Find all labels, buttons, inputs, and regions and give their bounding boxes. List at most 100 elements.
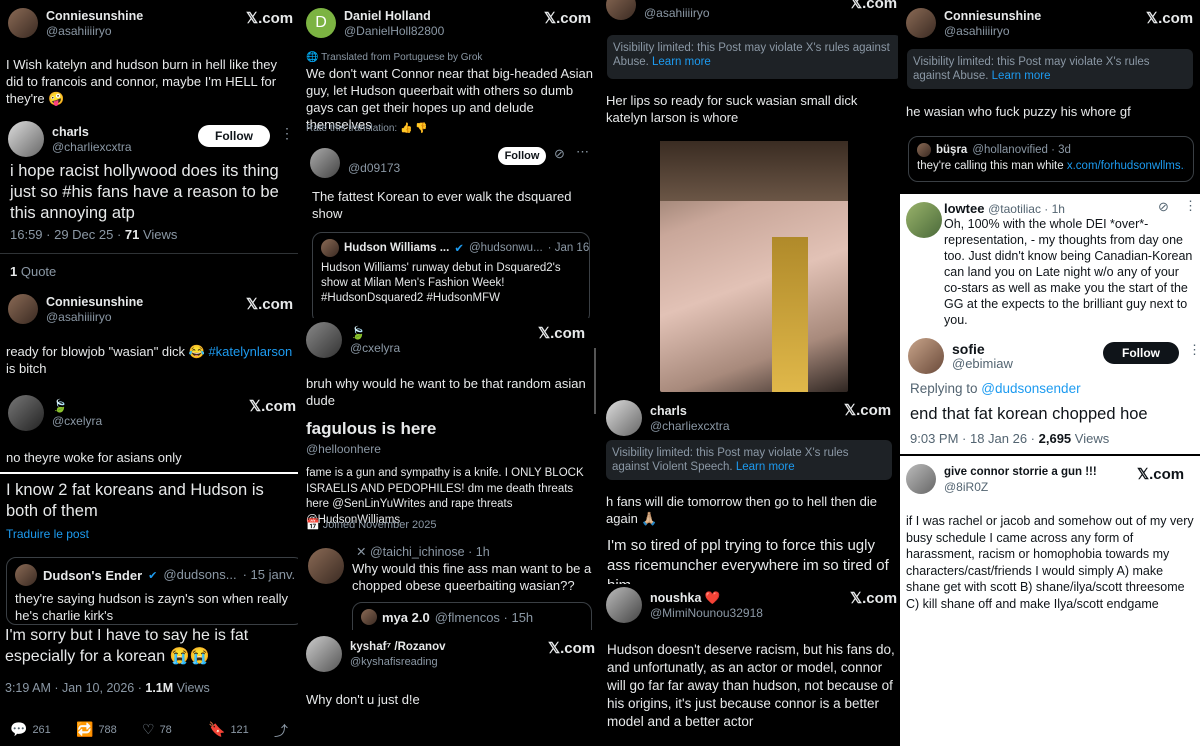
author-handle[interactable]: @cxelyra: [350, 341, 400, 355]
post-ricemuncher: I'm so tired of ppl trying to force this…: [600, 532, 898, 584]
author-handle[interactable]: @kyshafisreading: [350, 655, 446, 669]
x-logo: 𝕏.com: [1146, 10, 1194, 27]
avatar[interactable]: [606, 400, 642, 436]
avatar[interactable]: [8, 294, 38, 324]
author-handle[interactable]: @asahiiiiryo: [46, 310, 143, 324]
more-options-icon[interactable]: ⋯: [576, 144, 589, 160]
avatar[interactable]: [906, 8, 936, 38]
avatar[interactable]: [906, 202, 942, 238]
like-button[interactable]: ♡ 78: [142, 721, 172, 738]
avatar[interactable]: [606, 0, 636, 20]
author-handle[interactable]: @8iR0Z: [944, 480, 1097, 494]
avatar[interactable]: [308, 548, 344, 584]
views-count: 2,695: [1038, 431, 1072, 446]
quote-link[interactable]: x.com/forhudsonwllms...: [1067, 160, 1185, 172]
quote-count[interactable]: 1 Quote: [10, 263, 56, 280]
quoted-post[interactable]: Hudson Williams ... ✔ @hudsonwu... · Jan…: [312, 232, 590, 318]
rate-translation[interactable]: Rate this translation: 👍 👎: [306, 120, 428, 137]
post-text: i hope racist hollywood does its thing j…: [10, 162, 279, 222]
author-handle[interactable]: @cxelyra: [52, 414, 102, 428]
follow-button[interactable]: Follow: [1103, 342, 1179, 364]
post-image[interactable]: [660, 141, 848, 392]
x-icon: ✕: [356, 545, 370, 559]
hashtag-link[interactable]: #katelynlarson: [208, 344, 292, 359]
avatar[interactable]: [908, 338, 944, 374]
post-text: I Wish katelyn and hudson burn in hell l…: [6, 57, 277, 106]
divider: [0, 472, 298, 474]
translate-link[interactable]: Traduire le post: [6, 526, 89, 543]
avatar[interactable]: [906, 464, 936, 494]
quote-text: they're calling this man white x.com/for…: [917, 160, 1185, 172]
avatar: [15, 564, 37, 586]
author-handle[interactable]: @d09173: [348, 161, 400, 175]
learn-more-link[interactable]: Learn more: [736, 461, 795, 473]
x-logo: 𝕏.com: [538, 325, 586, 342]
author-name[interactable]: Conniesunshine: [944, 9, 1041, 24]
avatar[interactable]: [8, 395, 44, 431]
post-charls-1: charls @charliexcxtra Follow ⋮ i hope rac…: [0, 113, 298, 285]
leaf-icon: 🍃: [52, 398, 68, 413]
quote-date: · Jan 16: [547, 242, 590, 254]
follow-button[interactable]: Follow: [498, 147, 546, 165]
learn-more-link[interactable]: Learn more: [992, 70, 1051, 82]
bookmark-button[interactable]: 🔖 121: [208, 721, 249, 738]
author-name[interactable]: give connor storrie a gun !!!: [944, 465, 1097, 480]
avatar[interactable]: [606, 587, 642, 623]
quoted-post[interactable]: büşra @hollanovified · 3d they're callin…: [908, 136, 1194, 182]
post-text: I know 2 fat koreans and Hudson is both …: [6, 481, 264, 520]
grok-icon[interactable]: ⊘: [1158, 199, 1169, 215]
author-handle[interactable]: @asahiiiiryo: [644, 6, 710, 20]
visibility-notice: Visibility limited: this Post may violat…: [907, 49, 1193, 89]
author-name[interactable]: charls: [650, 404, 730, 419]
author-name[interactable]: Conniesunshine: [46, 9, 143, 24]
post-cxelyra-2: 🍃 @cxelyra 𝕏.com bruh why would he want t…: [300, 318, 598, 414]
grok-icon[interactable]: ⊘: [554, 146, 565, 162]
author-handle[interactable]: @asahiiiiryo: [944, 24, 1041, 38]
post-sofie: sofie @ebimiaw Follow ⋮ Replying to @duds…: [900, 330, 1200, 454]
scrollbar[interactable]: [594, 348, 596, 414]
quoted-post[interactable]: Dudson's Ender ✔ @dudsons... · 15 janv. …: [6, 557, 298, 625]
learn-more-link[interactable]: Learn more: [652, 56, 711, 68]
post-text: Her lips so ready for suck wasian small …: [606, 93, 858, 125]
more-options-icon[interactable]: ⋮: [1184, 198, 1197, 214]
avatar[interactable]: [8, 121, 44, 157]
more-options-icon[interactable]: ⋮: [1188, 342, 1200, 358]
avatar[interactable]: [8, 8, 38, 38]
post-give-connor: give connor storrie a gun !!! @8iR0Z 𝕏.co…: [900, 456, 1200, 746]
reply-to-link[interactable]: @dudsonsender: [981, 381, 1080, 396]
share-button[interactable]: ⤴: [274, 721, 288, 741]
post-text-2: I'm sorry but I have to say he is fat es…: [5, 627, 249, 665]
avatar[interactable]: [306, 322, 342, 358]
author-handle[interactable]: @asahiiiiryo: [46, 24, 143, 38]
x-logo: 𝕏.com: [249, 398, 297, 415]
author-name[interactable]: sofie: [952, 341, 1013, 357]
post-text: ready for blowjob "wasian" dick 😂 #katel…: [6, 344, 293, 376]
post-text: h fans will die tomorrow then go to hell…: [606, 494, 877, 526]
author-handle[interactable]: @MimiNounou32918: [650, 606, 763, 620]
author-handle[interactable]: @ebimiaw: [952, 356, 1013, 371]
author-handle[interactable]: @charliexcxtra: [650, 419, 730, 433]
author-name[interactable]: noushka ❤️: [650, 591, 763, 606]
author-name[interactable]: kyshaf⁷ /Rozanov: [350, 640, 446, 655]
avatar[interactable]: [306, 636, 342, 672]
author-handle[interactable]: ✕ @taichi_ichinose · 1h: [356, 544, 490, 561]
post-conniesunshine-3: .@asahiiiiryo 𝕏.com Visibility limited: …: [600, 0, 898, 396]
author-name[interactable]: Conniesunshine: [46, 295, 143, 310]
author-handle[interactable]: @DanielHoll82800: [344, 24, 444, 38]
author-handle[interactable]: @charliexcxtra: [52, 140, 132, 154]
profile-name: fagulous is here: [306, 419, 437, 438]
avatar[interactable]: D: [306, 8, 336, 38]
x-logo: 𝕏.com: [548, 640, 596, 657]
quoted-post[interactable]: mya 2.0 @flmencos · 15h: [352, 602, 592, 630]
post-author[interactable]: lowtee @taotiliac · 1h: [944, 200, 1065, 217]
profile-fagulous: fagulous is here @helloonhere fame is a …: [300, 414, 598, 536]
author-name[interactable]: Daniel Holland: [344, 9, 444, 24]
more-options-icon[interactable]: ⋮: [280, 125, 294, 142]
post-text: Why would this fine ass man want to be a…: [352, 561, 592, 593]
avatar[interactable]: [310, 148, 340, 178]
follow-button[interactable]: Follow: [198, 125, 270, 147]
repost-button[interactable]: 🔁 788: [76, 721, 117, 738]
author-name[interactable]: charls: [52, 125, 132, 140]
reply-button[interactable]: 💬 261: [10, 721, 51, 738]
post-meta: 16:59 · 29 Dec 25 · 71 Views: [10, 226, 177, 243]
